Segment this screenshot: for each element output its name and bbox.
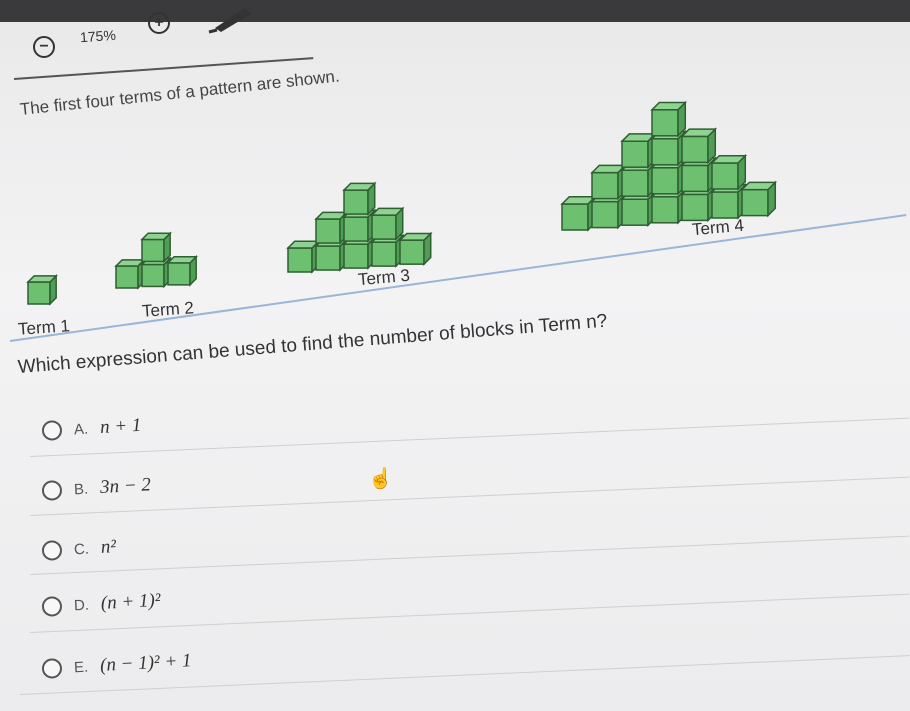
choice-a-expression: n + 1	[99, 414, 142, 438]
term-4-block	[680, 127, 718, 165]
radio-c[interactable]	[41, 539, 63, 561]
choice-b-letter: B.	[73, 480, 89, 498]
term-3-block	[314, 210, 349, 245]
term-3-block	[370, 206, 405, 241]
term-4-block	[710, 153, 748, 191]
term-4-block	[560, 194, 598, 232]
term-1-block	[26, 274, 58, 306]
radio-d[interactable]	[41, 595, 63, 617]
term-3-block	[342, 181, 377, 216]
choice-c-letter: C.	[73, 540, 90, 558]
choice-c[interactable]: C. n²	[41, 536, 117, 562]
choice-d-expression: (n + 1)²	[100, 589, 162, 614]
term-4-block	[740, 180, 778, 218]
radio-a[interactable]	[41, 419, 63, 441]
term-3-block	[342, 208, 377, 243]
term-2-block	[166, 254, 198, 287]
term-4-block	[590, 163, 628, 201]
radio-b[interactable]	[41, 479, 63, 501]
choice-d-letter: D.	[73, 596, 90, 614]
term-3-block	[398, 231, 433, 266]
radio-e[interactable]	[41, 657, 63, 679]
term-4-block	[620, 132, 658, 170]
term-2-block	[140, 256, 172, 289]
term-3-block	[314, 237, 349, 272]
choice-b-expression: 3n − 2	[99, 474, 152, 498]
term-3-block	[370, 233, 405, 268]
term-3-block	[286, 239, 321, 274]
term-4-block	[650, 100, 688, 138]
choice-c-expression: n²	[100, 536, 117, 558]
term-3-block	[342, 235, 377, 270]
hand-cursor-icon: ☝	[368, 468, 393, 490]
term-2-block	[114, 258, 146, 290]
choice-e-letter: E.	[73, 658, 89, 676]
choice-a-letter: A.	[73, 420, 89, 438]
term-2-block	[140, 231, 172, 264]
